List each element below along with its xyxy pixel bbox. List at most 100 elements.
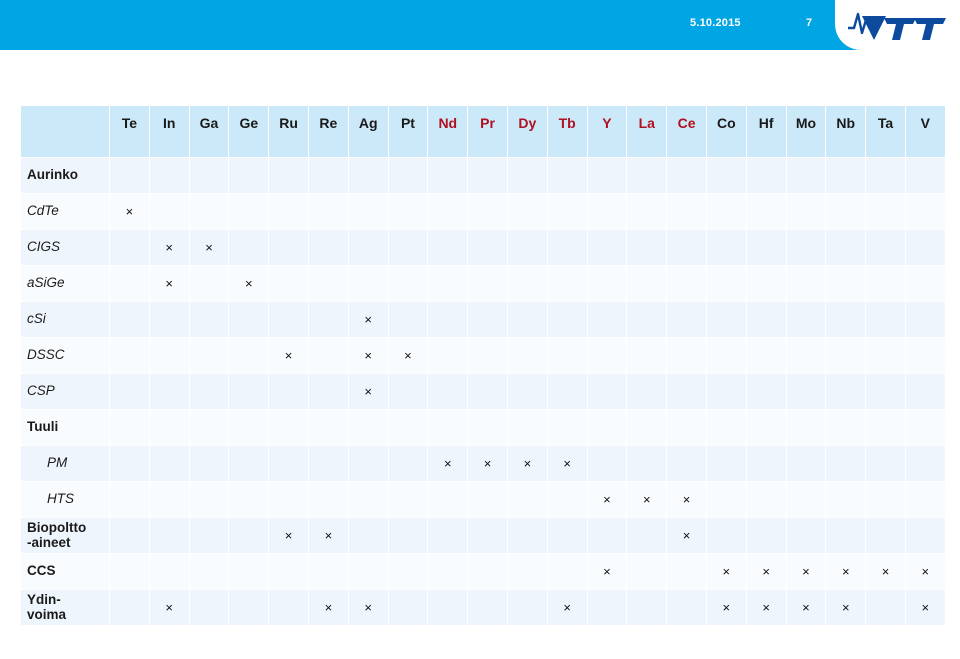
cross-mark-icon: × bbox=[205, 239, 213, 255]
matrix-cell-ce bbox=[666, 445, 707, 482]
cross-mark-icon: × bbox=[802, 599, 810, 615]
matrix-row-label: aSiGe bbox=[20, 265, 110, 302]
matrix-cell-ge bbox=[228, 229, 270, 266]
matrix-cell-pr: × bbox=[467, 445, 508, 482]
matrix-column-header-pt: Pt bbox=[387, 105, 429, 158]
matrix-cell-ce bbox=[666, 265, 707, 302]
matrix-cell-ga bbox=[188, 265, 230, 302]
cross-mark-icon: × bbox=[364, 599, 372, 615]
matrix-cell-ga: × bbox=[188, 229, 230, 266]
matrix-cell-y: × bbox=[586, 481, 628, 518]
cross-mark-icon: × bbox=[324, 599, 333, 615]
matrix-cell-v bbox=[904, 373, 946, 410]
matrix-cell-tb bbox=[546, 553, 588, 590]
table-row: CCS × × × × × × × bbox=[20, 553, 946, 590]
matrix-row-label: CSP bbox=[20, 373, 110, 410]
matrix-cell-tb bbox=[546, 229, 588, 266]
matrix-cell-te bbox=[109, 337, 150, 374]
cross-mark-icon: × bbox=[364, 311, 372, 327]
matrix-cell-ga bbox=[188, 373, 230, 410]
cross-mark-icon: × bbox=[603, 563, 611, 579]
matrix-cell-v bbox=[904, 481, 946, 518]
matrix-cell-te bbox=[109, 553, 150, 590]
matrix-row-label: CCS bbox=[20, 553, 110, 590]
matrix-cell-ge bbox=[228, 553, 270, 590]
table-row: Aurinko bbox=[20, 157, 946, 194]
matrix-cell-ag: × bbox=[347, 589, 389, 626]
matrix-cell-la bbox=[626, 409, 668, 446]
matrix-cell-pr bbox=[467, 193, 508, 230]
matrix-cell-te bbox=[109, 589, 150, 626]
matrix-column-header-pr: Pr bbox=[467, 105, 508, 158]
matrix-cell-v bbox=[904, 445, 946, 482]
matrix-cell-y bbox=[586, 409, 628, 446]
cross-mark-icon: × bbox=[324, 527, 333, 543]
matrix-cell-nd bbox=[427, 229, 469, 266]
material-criticality-matrix: Te In Ga Ge Ru Re Ag Pt Nd Pr Dy Tb Y La Ce Co Hf Mo Nb Ta V… bbox=[20, 105, 946, 626]
matrix-cell-ge bbox=[228, 445, 270, 482]
matrix-cell-ge bbox=[228, 481, 270, 518]
matrix-cell-hf bbox=[745, 337, 787, 374]
cross-mark-icon: × bbox=[921, 599, 930, 615]
matrix-cell-re bbox=[307, 553, 349, 590]
matrix-row-label: CdTe bbox=[20, 193, 110, 230]
matrix-cell-ce: × bbox=[666, 517, 707, 554]
matrix-cell-ag: × bbox=[347, 301, 389, 338]
matrix-cell-re bbox=[307, 193, 349, 230]
matrix-cell-co: × bbox=[705, 589, 747, 626]
cross-mark-icon: × bbox=[921, 563, 930, 579]
matrix-cell-re bbox=[307, 373, 349, 410]
cross-mark-icon: × bbox=[762, 599, 770, 615]
matrix-cell-co bbox=[705, 373, 747, 410]
matrix-cell-ta bbox=[865, 265, 906, 302]
matrix-cell-re: × bbox=[307, 589, 349, 626]
matrix-cell-hf bbox=[745, 445, 787, 482]
matrix-cell-te bbox=[109, 517, 150, 554]
matrix-cell-tb bbox=[546, 517, 588, 554]
matrix-cell-in bbox=[148, 373, 190, 410]
matrix-cell-v bbox=[904, 229, 946, 266]
matrix-cell-y bbox=[586, 265, 628, 302]
table-row: Tuuli bbox=[20, 409, 946, 446]
matrix-column-header-hf: Hf bbox=[745, 105, 787, 158]
matrix-cell-co bbox=[705, 445, 747, 482]
cross-mark-icon: × bbox=[682, 491, 691, 507]
matrix-cell-mo bbox=[785, 373, 827, 410]
matrix-cell-nd bbox=[427, 157, 469, 194]
matrix-cell-tb bbox=[546, 337, 588, 374]
matrix-cell-v bbox=[904, 409, 946, 446]
matrix-cell-in bbox=[148, 157, 190, 194]
matrix-cell-tb bbox=[546, 157, 588, 194]
matrix-cell-hf bbox=[745, 301, 787, 338]
matrix-cell-nb bbox=[825, 409, 867, 446]
matrix-row-label: DSSC bbox=[20, 337, 110, 374]
matrix-cell-mo bbox=[785, 229, 827, 266]
matrix-cell-ag bbox=[347, 229, 389, 266]
matrix-cell-la bbox=[626, 337, 668, 374]
matrix-cell-hf bbox=[745, 229, 787, 266]
matrix-cell-pr bbox=[467, 553, 508, 590]
cross-mark-icon: × bbox=[722, 563, 731, 579]
matrix-cell-te bbox=[109, 301, 150, 338]
cross-mark-icon: × bbox=[165, 599, 173, 615]
matrix-cell-pt: × bbox=[387, 337, 429, 374]
matrix-cell-mo bbox=[785, 445, 827, 482]
matrix-cell-hf: × bbox=[745, 553, 787, 590]
matrix-cell-ta bbox=[865, 517, 906, 554]
matrix-cell-la bbox=[626, 265, 668, 302]
matrix-cell-in bbox=[148, 517, 190, 554]
matrix-cell-re bbox=[307, 409, 349, 446]
vtt-logo-icon bbox=[848, 12, 946, 40]
matrix-cell-in: × bbox=[148, 265, 190, 302]
matrix-row-label: cSi bbox=[20, 301, 110, 338]
matrix-cell-mo bbox=[785, 517, 827, 554]
matrix-cell-ce bbox=[666, 409, 707, 446]
matrix-cell-pt bbox=[387, 265, 429, 302]
matrix-cell-mo: × bbox=[785, 553, 827, 590]
cross-mark-icon: × bbox=[284, 347, 293, 363]
cross-mark-icon: × bbox=[125, 203, 134, 219]
matrix-cell-tb: × bbox=[546, 445, 588, 482]
matrix-cell-dy: × bbox=[506, 445, 548, 482]
matrix-cell-ge bbox=[228, 373, 270, 410]
matrix-cell-te bbox=[109, 157, 150, 194]
